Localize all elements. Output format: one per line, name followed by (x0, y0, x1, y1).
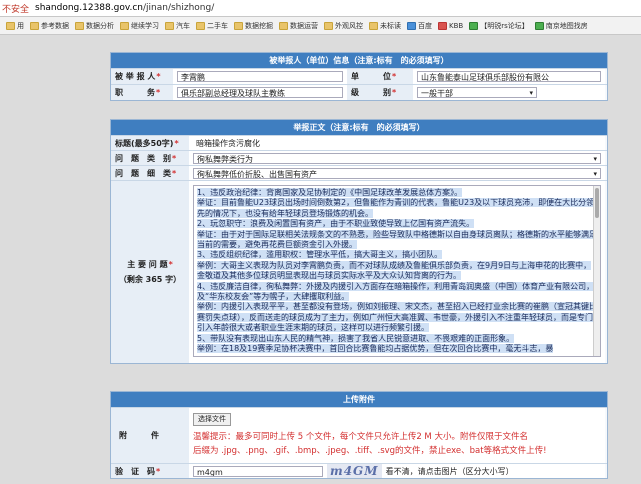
main-issue-line: 举例：内援引入表现平平，甚至都没有登场，例如刘振理、宋文杰，甚至招入已经打业余比… (197, 302, 597, 333)
folder-icon (469, 21, 479, 30)
captcha-image[interactable]: m4GM (327, 464, 382, 478)
bookmark-item[interactable]: 二手车 (196, 21, 228, 31)
unit-input[interactable]: 山东鲁能泰山足球俱乐部股份有限公 (417, 71, 601, 82)
category-label: 问 题 类 别 * (111, 151, 189, 165)
level-label: 级 别 * (347, 85, 413, 100)
chevron-down-icon: ▾ (593, 169, 597, 178)
textarea-scrollbar[interactable] (593, 186, 600, 356)
folder-icon (234, 21, 243, 30)
detail-category-label: 问 题 细 类 * (111, 166, 189, 180)
address-bar[interactable]: 不安全 shandong.12388.gov.cn/jinan/shizhong… (0, 0, 641, 17)
category-select[interactable]: 徇私舞弊类行为 ▾ (193, 152, 601, 164)
folder-icon (279, 21, 288, 30)
bookmark-item[interactable]: 汽车 (165, 21, 190, 31)
reported-name-label: 被 举 报 人 * (111, 69, 173, 84)
folder-icon (75, 21, 84, 30)
attachment-label: 附 件 (111, 408, 189, 463)
captcha-refresh-hint[interactable]: 看不清，请点击图片（区分大小写） (386, 466, 514, 477)
folder-icon (534, 21, 544, 30)
bookmark-item[interactable]: 继续学习 (120, 21, 159, 31)
bookmark-item[interactable]: 参考数据 (30, 21, 69, 31)
folder-icon (438, 21, 447, 30)
content-panel-header: 举报正文（注意:标有 的必须填写） (111, 120, 607, 135)
main-issue-label: 主 要 问 题* （剩余 365 字） (111, 181, 189, 363)
main-issue-textarea[interactable]: 1、违反政治纪律：背离国家及足协制定的《中国足球改革发展总体方案》。 举证：目前鲁… (193, 185, 601, 357)
main-issue-line: 5、带队没有表现出山东人民的精气神，损害了我省人民锐意进取、不畏艰难的正面形象。 (197, 333, 515, 343)
upload-panel-header: 上传附件 (111, 392, 607, 407)
bookmark-item[interactable]: 数据运营 (279, 21, 318, 31)
bookmark-item[interactable]: 数据分析 (75, 21, 114, 31)
folder-icon (120, 21, 129, 30)
remaining-chars: （剩余 365 字） (118, 275, 182, 284)
bookmark-item[interactable]: 【明锐rs论坛】 (469, 21, 529, 31)
main-issue-line: 举证：由于对于国际足联相关法规条文的不熟悉，险些导致队中格德斯以自由身球员离队；… (197, 229, 597, 250)
bookmark-item[interactable]: 外观风控 (324, 21, 363, 31)
chevron-down-icon: ▾ (529, 89, 533, 97)
folder-icon (369, 21, 378, 30)
detail-category-select[interactable]: 徇私舞弊低价折股、出售国有资产 ▾ (193, 167, 601, 179)
main-issue-line: 1、违反政治纪律：背离国家及足协制定的《中国足球改革发展总体方案》。 (197, 188, 463, 197)
folder-icon (165, 21, 174, 30)
main-issue-line: 举例：大哥主义表现为队员对李霄鹏负责，而不对球队成绩及鲁能俱乐部负责，在9月9日… (197, 260, 592, 281)
bookmark-item[interactable]: 百度 (407, 21, 432, 31)
reported-name-input[interactable]: 李霄鹏 (177, 71, 343, 82)
captcha-label: 验 证 码 * (111, 464, 189, 478)
main-issue-line: 举证：目前鲁能U23球员出场时间倒数第2，但鲁能作为青训的代表，鲁能U23及以下… (197, 198, 595, 218)
level-select[interactable]: 一般干部 ▾ (417, 87, 537, 98)
subject-label: 标题(最多50字) * (111, 136, 189, 150)
url-text[interactable]: shandong.12388.gov.cn/jinan/shizhong/ (35, 3, 214, 13)
folder-icon (30, 21, 39, 30)
bookmark-item[interactable]: 南京地图找房 (534, 21, 588, 31)
bookmarks-bar: 用参考数据 数据分析 继续学习 汽车 二手车 数据挖掘 数据运营 外观风控 未标读 百度 KBB 【明… (0, 17, 641, 35)
folder-icon (196, 21, 205, 30)
bookmark-item[interactable]: 用 (6, 21, 24, 31)
folder-icon (407, 21, 416, 30)
page-content: 被举报人（单位）信息（注意:标有 的必须填写） 被 举 报 人 * 李霄鹏 单 位… (0, 35, 641, 484)
post-input[interactable]: 俱乐部副总经理及球队主教练 (177, 87, 343, 98)
reported-person-panel: 被举报人（单位）信息（注意:标有 的必须填写） 被 举 报 人 * 李霄鹏 单 位… (110, 52, 608, 101)
post-label: 职 务 * (111, 85, 173, 100)
upload-hint-line2: 后缀为 .jpg、.png、.gif、.bmp、.jpeg、.tiff、.svg… (193, 446, 547, 456)
main-issue-line: 举例：在18及19赛季足协杯决赛中，首回合比赛鲁能均占据优势，但在次回合比赛中，… (197, 344, 554, 354)
folder-icon (324, 21, 333, 30)
bookmark-item[interactable]: 数据挖掘 (234, 21, 273, 31)
upload-hint-line1: 温馨提示：最多可同时上传 5 个文件，每个文件只允许上传2 M 大小。附件仅限于… (193, 432, 528, 442)
chevron-down-icon: ▾ (593, 154, 597, 163)
main-issue-line: 3、违反组织纪律，滥用职权：管理水平低，搞大哥主义，搞小团队。 (197, 250, 443, 260)
choose-file-button[interactable]: 选择文件 (193, 413, 231, 426)
not-secure-indicator[interactable]: 不安全 (2, 2, 29, 15)
folder-icon (6, 21, 15, 30)
subject-input[interactable]: 暗箱操作贪污腐化 (193, 137, 601, 149)
captcha-input[interactable]: m4gm (193, 465, 323, 477)
reported-panel-header: 被举报人（单位）信息（注意:标有 的必须填写） (111, 53, 607, 68)
main-issue-line: 4、违反廉洁自律，徇私舞弊：外援及内援引入方面存在暗箱操作，利用青岛润奥盛（中国… (197, 281, 595, 302)
unit-label: 单 位 * (347, 69, 413, 84)
bookmark-item[interactable]: KBB (438, 21, 463, 30)
upload-panel: 上传附件 附 件 选择文件 温馨提示：最多可同时上传 5 个文件，每个文件只允许… (110, 391, 608, 479)
main-issue-line: 2、玩忽职守：浪费及闲置国有资产，由于不职业致使导致上亿国有资产流失。 (197, 219, 475, 229)
report-content-panel: 举报正文（注意:标有 的必须填写） 标题(最多50字) * 暗箱操作贪污腐化 问 … (110, 119, 608, 364)
bookmark-item[interactable]: 未标读 (369, 21, 401, 31)
